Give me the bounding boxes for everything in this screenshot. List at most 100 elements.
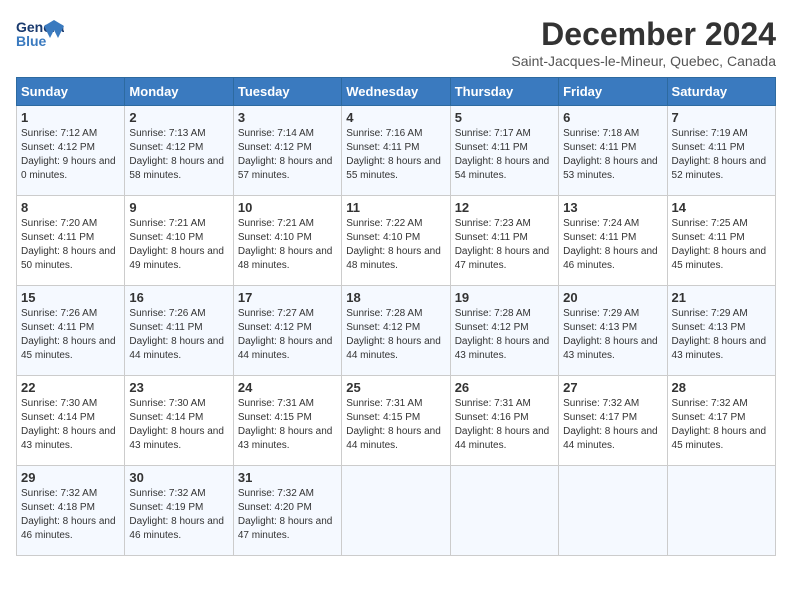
calendar-day-cell: 8 Sunrise: 7:20 AM Sunset: 4:11 PM Dayli… [17, 196, 125, 286]
calendar-table: SundayMondayTuesdayWednesdayThursdayFrid… [16, 77, 776, 556]
day-number: 15 [21, 290, 120, 305]
weekday-row: SundayMondayTuesdayWednesdayThursdayFrid… [17, 78, 776, 106]
day-number: 3 [238, 110, 337, 125]
day-info: Sunrise: 7:29 AM Sunset: 4:13 PM Dayligh… [563, 307, 662, 363]
calendar-day-cell: 28 Sunrise: 7:32 AM Sunset: 4:17 PM Dayl… [667, 376, 775, 466]
calendar-header: SundayMondayTuesdayWednesdayThursdayFrid… [17, 78, 776, 106]
weekday-header: Monday [125, 78, 233, 106]
day-info: Sunrise: 7:18 AM Sunset: 4:11 PM Dayligh… [563, 127, 662, 183]
day-number: 2 [129, 110, 228, 125]
calendar-day-cell: 19 Sunrise: 7:28 AM Sunset: 4:12 PM Dayl… [450, 286, 558, 376]
logo-icon: General Blue [16, 16, 64, 52]
day-info: Sunrise: 7:26 AM Sunset: 4:11 PM Dayligh… [129, 307, 228, 363]
calendar-day-cell: 13 Sunrise: 7:24 AM Sunset: 4:11 PM Dayl… [559, 196, 667, 286]
weekday-header: Wednesday [342, 78, 450, 106]
day-number: 1 [21, 110, 120, 125]
calendar-week-row: 22 Sunrise: 7:30 AM Sunset: 4:14 PM Dayl… [17, 376, 776, 466]
calendar-day-cell: 25 Sunrise: 7:31 AM Sunset: 4:15 PM Dayl… [342, 376, 450, 466]
day-number: 26 [455, 380, 554, 395]
day-number: 28 [672, 380, 771, 395]
calendar-day-cell: 18 Sunrise: 7:28 AM Sunset: 4:12 PM Dayl… [342, 286, 450, 376]
calendar-day-cell: 3 Sunrise: 7:14 AM Sunset: 4:12 PM Dayli… [233, 106, 341, 196]
logo: General Blue [16, 16, 68, 52]
day-info: Sunrise: 7:31 AM Sunset: 4:15 PM Dayligh… [238, 397, 337, 453]
calendar-day-cell: 24 Sunrise: 7:31 AM Sunset: 4:15 PM Dayl… [233, 376, 341, 466]
day-number: 14 [672, 200, 771, 215]
calendar-day-cell: 26 Sunrise: 7:31 AM Sunset: 4:16 PM Dayl… [450, 376, 558, 466]
day-number: 31 [238, 470, 337, 485]
calendar-day-cell: 27 Sunrise: 7:32 AM Sunset: 4:17 PM Dayl… [559, 376, 667, 466]
day-number: 25 [346, 380, 445, 395]
calendar-day-cell: 9 Sunrise: 7:21 AM Sunset: 4:10 PM Dayli… [125, 196, 233, 286]
calendar-day-cell [667, 466, 775, 556]
day-info: Sunrise: 7:21 AM Sunset: 4:10 PM Dayligh… [238, 217, 337, 273]
day-info: Sunrise: 7:27 AM Sunset: 4:12 PM Dayligh… [238, 307, 337, 363]
month-title: December 2024 [511, 16, 776, 53]
day-number: 6 [563, 110, 662, 125]
day-number: 10 [238, 200, 337, 215]
day-number: 7 [672, 110, 771, 125]
weekday-header: Saturday [667, 78, 775, 106]
calendar-day-cell: 14 Sunrise: 7:25 AM Sunset: 4:11 PM Dayl… [667, 196, 775, 286]
day-info: Sunrise: 7:32 AM Sunset: 4:18 PM Dayligh… [21, 487, 120, 543]
day-number: 13 [563, 200, 662, 215]
weekday-header: Sunday [17, 78, 125, 106]
location: Saint-Jacques-le-Mineur, Quebec, Canada [511, 53, 776, 69]
calendar-day-cell: 15 Sunrise: 7:26 AM Sunset: 4:11 PM Dayl… [17, 286, 125, 376]
day-info: Sunrise: 7:14 AM Sunset: 4:12 PM Dayligh… [238, 127, 337, 183]
calendar-day-cell: 31 Sunrise: 7:32 AM Sunset: 4:20 PM Dayl… [233, 466, 341, 556]
calendar-day-cell: 23 Sunrise: 7:30 AM Sunset: 4:14 PM Dayl… [125, 376, 233, 466]
day-info: Sunrise: 7:28 AM Sunset: 4:12 PM Dayligh… [346, 307, 445, 363]
day-info: Sunrise: 7:32 AM Sunset: 4:19 PM Dayligh… [129, 487, 228, 543]
day-info: Sunrise: 7:31 AM Sunset: 4:16 PM Dayligh… [455, 397, 554, 453]
weekday-header: Thursday [450, 78, 558, 106]
day-info: Sunrise: 7:26 AM Sunset: 4:11 PM Dayligh… [21, 307, 120, 363]
weekday-header: Tuesday [233, 78, 341, 106]
day-info: Sunrise: 7:32 AM Sunset: 4:17 PM Dayligh… [672, 397, 771, 453]
page-header: General Blue December 2024 Saint-Jacques… [16, 16, 776, 69]
calendar-day-cell: 11 Sunrise: 7:22 AM Sunset: 4:10 PM Dayl… [342, 196, 450, 286]
calendar-day-cell: 5 Sunrise: 7:17 AM Sunset: 4:11 PM Dayli… [450, 106, 558, 196]
title-area: December 2024 Saint-Jacques-le-Mineur, Q… [511, 16, 776, 69]
calendar-body: 1 Sunrise: 7:12 AM Sunset: 4:12 PM Dayli… [17, 106, 776, 556]
calendar-day-cell: 2 Sunrise: 7:13 AM Sunset: 4:12 PM Dayli… [125, 106, 233, 196]
day-number: 19 [455, 290, 554, 305]
calendar-day-cell: 10 Sunrise: 7:21 AM Sunset: 4:10 PM Dayl… [233, 196, 341, 286]
calendar-day-cell: 21 Sunrise: 7:29 AM Sunset: 4:13 PM Dayl… [667, 286, 775, 376]
day-number: 18 [346, 290, 445, 305]
calendar-day-cell: 16 Sunrise: 7:26 AM Sunset: 4:11 PM Dayl… [125, 286, 233, 376]
day-number: 11 [346, 200, 445, 215]
day-number: 21 [672, 290, 771, 305]
day-info: Sunrise: 7:24 AM Sunset: 4:11 PM Dayligh… [563, 217, 662, 273]
day-info: Sunrise: 7:23 AM Sunset: 4:11 PM Dayligh… [455, 217, 554, 273]
calendar-week-row: 1 Sunrise: 7:12 AM Sunset: 4:12 PM Dayli… [17, 106, 776, 196]
calendar-day-cell: 1 Sunrise: 7:12 AM Sunset: 4:12 PM Dayli… [17, 106, 125, 196]
day-number: 17 [238, 290, 337, 305]
calendar-day-cell: 12 Sunrise: 7:23 AM Sunset: 4:11 PM Dayl… [450, 196, 558, 286]
calendar-day-cell: 22 Sunrise: 7:30 AM Sunset: 4:14 PM Dayl… [17, 376, 125, 466]
day-number: 16 [129, 290, 228, 305]
day-info: Sunrise: 7:30 AM Sunset: 4:14 PM Dayligh… [21, 397, 120, 453]
day-info: Sunrise: 7:28 AM Sunset: 4:12 PM Dayligh… [455, 307, 554, 363]
day-info: Sunrise: 7:32 AM Sunset: 4:20 PM Dayligh… [238, 487, 337, 543]
day-number: 8 [21, 200, 120, 215]
calendar-day-cell [342, 466, 450, 556]
calendar-week-row: 15 Sunrise: 7:26 AM Sunset: 4:11 PM Dayl… [17, 286, 776, 376]
calendar-day-cell: 6 Sunrise: 7:18 AM Sunset: 4:11 PM Dayli… [559, 106, 667, 196]
day-number: 5 [455, 110, 554, 125]
day-info: Sunrise: 7:12 AM Sunset: 4:12 PM Dayligh… [21, 127, 120, 183]
day-number: 4 [346, 110, 445, 125]
day-number: 29 [21, 470, 120, 485]
day-number: 12 [455, 200, 554, 215]
day-number: 9 [129, 200, 228, 215]
day-info: Sunrise: 7:32 AM Sunset: 4:17 PM Dayligh… [563, 397, 662, 453]
day-info: Sunrise: 7:29 AM Sunset: 4:13 PM Dayligh… [672, 307, 771, 363]
calendar-day-cell: 20 Sunrise: 7:29 AM Sunset: 4:13 PM Dayl… [559, 286, 667, 376]
calendar-day-cell: 30 Sunrise: 7:32 AM Sunset: 4:19 PM Dayl… [125, 466, 233, 556]
calendar-day-cell: 29 Sunrise: 7:32 AM Sunset: 4:18 PM Dayl… [17, 466, 125, 556]
calendar-day-cell: 17 Sunrise: 7:27 AM Sunset: 4:12 PM Dayl… [233, 286, 341, 376]
calendar-day-cell: 4 Sunrise: 7:16 AM Sunset: 4:11 PM Dayli… [342, 106, 450, 196]
day-number: 24 [238, 380, 337, 395]
day-info: Sunrise: 7:17 AM Sunset: 4:11 PM Dayligh… [455, 127, 554, 183]
calendar-day-cell [450, 466, 558, 556]
